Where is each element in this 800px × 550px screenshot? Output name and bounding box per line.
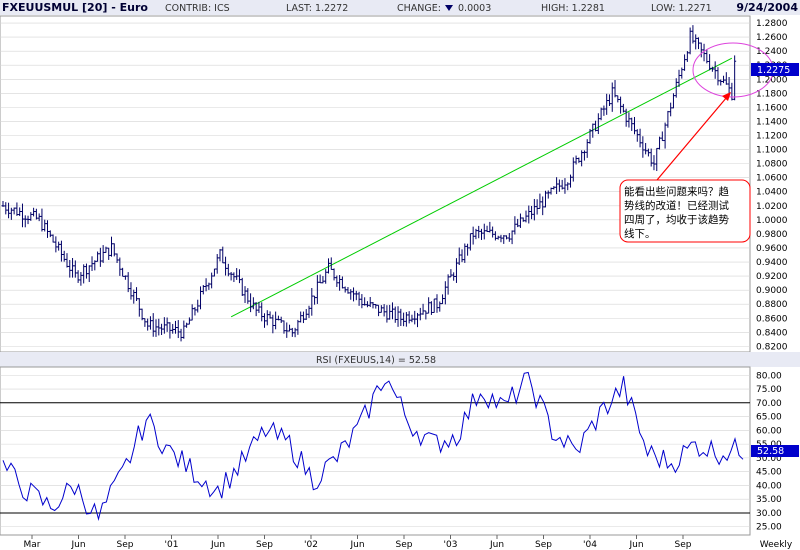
rsi-plot-area (0, 366, 751, 536)
high-label: HIGH: 1.2281 (541, 3, 605, 14)
x-tick-label: Weekly (760, 540, 793, 550)
rsi-tick-label: 30.00 (756, 509, 782, 519)
x-tick-label: '01 (165, 540, 179, 550)
rsi-tick-label: 25.00 (756, 523, 782, 533)
rsi-tick-label: 80.00 (756, 371, 782, 381)
x-tick-label: Jun (628, 540, 643, 550)
price-tick-label: 0.9800 (756, 230, 788, 240)
price-tick-label: 1.2800 (756, 19, 788, 29)
rsi-last-value: 52.58 (757, 446, 784, 457)
rsi-tick-label: 60.00 (756, 426, 782, 436)
price-tick-label: 0.8200 (756, 342, 788, 352)
x-tick-label: Sep (396, 540, 413, 550)
x-tick-label: '03 (444, 540, 458, 550)
low-label: LOW: 1.2271 (651, 3, 712, 14)
rsi-tick-label: 40.00 (756, 481, 782, 491)
price-tick-label: 1.1800 (756, 89, 788, 99)
x-tick-label: Jun (349, 540, 364, 550)
x-tick-label: Jun (489, 540, 504, 550)
x-axis: Mar Jun Sep '01 Jun Sep '02 Jun Sep '03 Jun Sep '04 J… (24, 535, 793, 550)
last-label: LAST: 1.2272 (286, 3, 348, 14)
last-price-value: 1.2275 (757, 65, 790, 76)
rsi-panel: 80.0075.0070.0065.0060.0055.0050.0045.00… (0, 366, 799, 536)
rsi-tick-label: 70.00 (756, 399, 782, 409)
annotation-line-2: 势线的改道！已经测试 (624, 199, 729, 212)
price-tick-label: 1.0800 (756, 160, 788, 170)
change-label: CHANGE: (397, 3, 441, 14)
x-tick-label: '02 (304, 540, 318, 550)
x-tick-label: Sep (256, 540, 273, 550)
annotation-line-3: 四周了，均收于该趋势 (624, 213, 729, 226)
x-tick-label: Jun (70, 540, 85, 550)
rsi-tick-label: 35.00 (756, 495, 782, 505)
price-tick-label: 1.0600 (756, 174, 788, 184)
rsi-tick-label: 65.00 (756, 413, 782, 423)
symbol-title: FXEUUSMUL [20] - Euro (2, 1, 148, 14)
price-tick-label: 1.1200 (756, 131, 788, 141)
chart-canvas: FXEUUSMUL [20] - Euro CONTRIB: ICS LAST:… (0, 0, 800, 550)
rsi-tick-label: 45.00 (756, 468, 782, 478)
x-tick-label: Jun (210, 540, 225, 550)
price-tick-label: 0.8600 (756, 314, 788, 324)
contrib-label: CONTRIB: ICS (165, 3, 230, 14)
rsi-title: RSI (FXEUUS,14) = 52.58 (316, 355, 436, 366)
annotation-line-1: 能看出些问题来吗？趋 (624, 185, 729, 198)
x-tick-label: Mar (24, 540, 41, 550)
price-tick-label: 1.0000 (756, 216, 788, 226)
price-tick-label: 1.1000 (756, 146, 788, 156)
price-tick-label: 1.2400 (756, 47, 788, 57)
price-tick-label: 1.1600 (756, 103, 788, 113)
price-tick-label: 0.9200 (756, 272, 788, 282)
x-tick-label: Sep (535, 540, 552, 550)
price-tick-label: 0.8800 (756, 300, 788, 310)
price-tick-label: 1.2600 (756, 33, 788, 43)
x-tick-label: '04 (583, 540, 597, 550)
rsi-tick-label: 75.00 (756, 385, 782, 395)
price-tick-label: 1.0400 (756, 188, 788, 198)
price-tick-label: 1.0200 (756, 202, 788, 212)
price-tick-label: 0.9400 (756, 258, 788, 268)
price-tick-label: 0.9600 (756, 244, 788, 254)
price-tick-label: 1.1400 (756, 117, 788, 127)
x-tick-label: Sep (117, 540, 134, 550)
change-value: 0.0003 (458, 3, 491, 14)
chart-date: 9/24/2004 (736, 1, 798, 14)
price-tick-label: 0.9000 (756, 286, 788, 296)
x-tick-label: Sep (675, 540, 692, 550)
price-tick-label: 0.8400 (756, 328, 788, 338)
annotation-line-4: 线下。 (624, 227, 656, 240)
